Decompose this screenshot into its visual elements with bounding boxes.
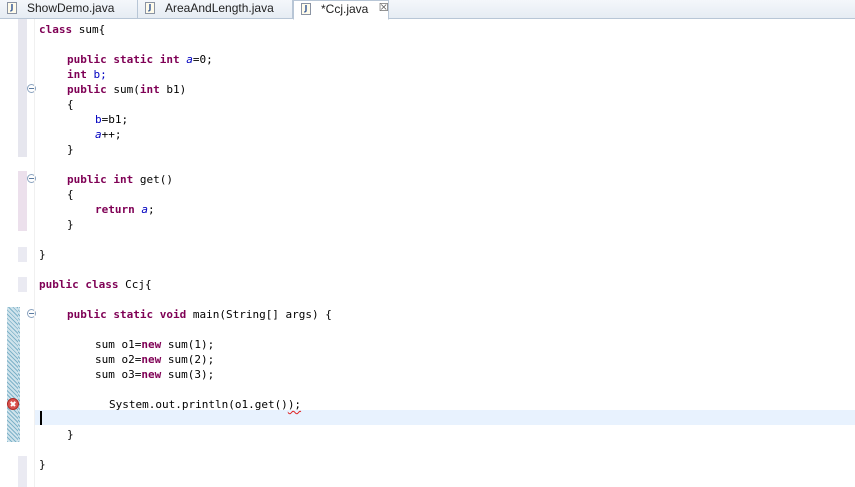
code-line: sum o3=new sum(3);	[95, 368, 215, 381]
code-line: int b;	[67, 68, 107, 81]
code-line: }	[39, 458, 46, 471]
tab-areaandlength[interactable]: J AreaAndLength.java	[138, 0, 293, 19]
change-marker-bar	[7, 307, 18, 442]
code-line: }	[67, 143, 74, 156]
code-line: b=b1;	[95, 113, 129, 126]
code-line: a++;	[95, 128, 122, 141]
code-line: {	[67, 98, 74, 111]
code-editor[interactable]: class sum{ public static int a=0; int b;…	[0, 19, 855, 487]
code-line: public static void main(String[] args) {	[67, 308, 332, 321]
tab-label: *Ccj.java	[321, 2, 369, 16]
editor-tab-bar: J ShowDemo.java J AreaAndLength.java J *…	[0, 0, 855, 20]
code-line: sum o2=new sum(2);	[95, 353, 215, 366]
close-icon[interactable]: ☒	[379, 1, 389, 15]
code-line: public static int a=0;	[67, 53, 213, 66]
code-line: public class Ccj{	[39, 278, 152, 291]
quick-diff-bar	[18, 19, 27, 157]
quick-diff-bar	[18, 277, 27, 292]
code-line: }	[67, 218, 74, 231]
quick-diff-bar	[18, 456, 27, 487]
tab-showdemo[interactable]: J ShowDemo.java	[0, 0, 138, 19]
code-line: }	[39, 248, 46, 261]
code-line: class sum{	[39, 23, 106, 36]
tab-label: AreaAndLength.java	[165, 1, 274, 15]
tab-label: ShowDemo.java	[27, 1, 115, 15]
quick-diff-bar	[18, 171, 27, 231]
java-file-icon: J	[301, 3, 311, 15]
code-line: public int get()	[67, 173, 173, 186]
code-line: {	[67, 188, 74, 201]
java-file-icon: J	[7, 2, 17, 14]
change-marker-bar	[18, 307, 20, 442]
code-line: sum o1=new sum(1);	[95, 338, 215, 351]
java-file-icon: J	[145, 2, 155, 14]
tab-ccj-active[interactable]: J *Ccj.java ☒	[293, 0, 389, 20]
text-caret	[40, 411, 42, 425]
code-line: }	[67, 428, 74, 441]
quick-diff-bar	[18, 247, 27, 262]
error-marker-icon[interactable]	[7, 398, 19, 410]
syntax-error-underline: );	[287, 398, 302, 411]
code-text[interactable]: class sum{ public static int a=0; int b;…	[39, 19, 849, 487]
code-line: return a;	[95, 203, 155, 216]
code-line: public sum(int b1)	[67, 83, 187, 96]
code-line-error: System.out.println(o1.get());	[109, 398, 302, 411]
